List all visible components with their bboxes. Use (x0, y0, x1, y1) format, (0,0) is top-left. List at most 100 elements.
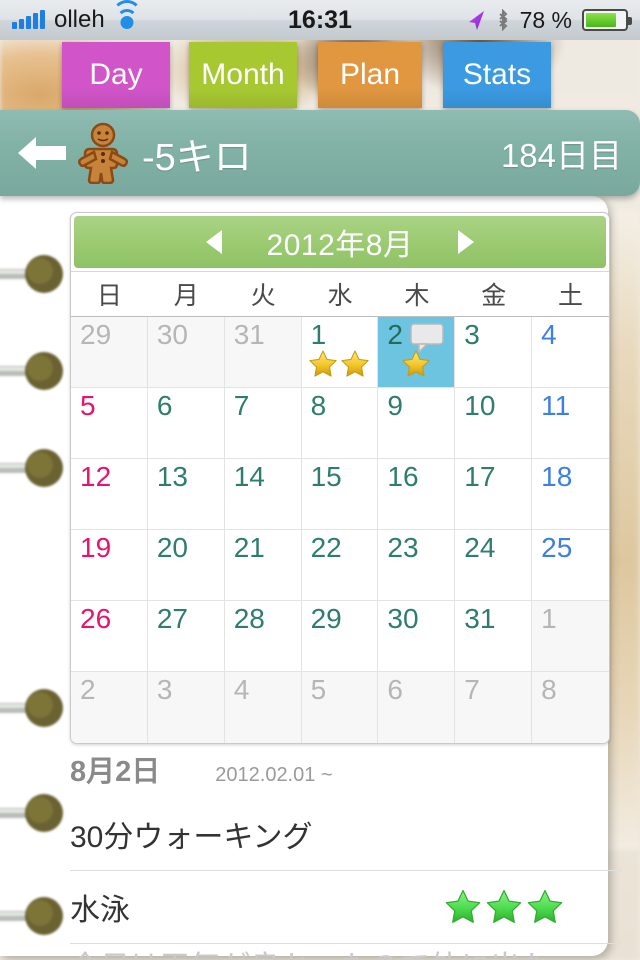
calendar-day-cell[interactable]: 27 (147, 601, 225, 672)
calendar-day-cell[interactable]: 30 (378, 601, 456, 672)
detail-row[interactable]: 今日は天気が良かったので外に出た (70, 943, 622, 960)
calendar-day-cell[interactable]: 20 (147, 530, 225, 601)
calendar-day-cell[interactable]: 30 (147, 317, 225, 388)
day-detail-header: 8月2日 2012.02.01 ~ (70, 748, 622, 798)
detail-row-label: 水泳 (70, 894, 130, 927)
calendar-day-cell[interactable]: 1 (532, 601, 609, 672)
calendar-day-number: 31 (233, 319, 265, 350)
tab-stats[interactable]: Stats (443, 42, 551, 108)
calendar-day-cell[interactable]: 7 (455, 672, 533, 743)
weekday-mon: 月 (173, 282, 199, 310)
weekday-wed: 水 (327, 282, 353, 310)
calendar-day-number: 3 (156, 674, 173, 705)
calendar-day-number: 11 (541, 390, 571, 421)
calendar-day-number: 18 (541, 461, 573, 492)
calendar-day-number: 19 (80, 532, 112, 563)
prev-month-button[interactable] (184, 216, 244, 268)
weekday-thu: 木 (404, 282, 430, 310)
star-icon (402, 350, 430, 377)
tab-day-label: Day (89, 58, 143, 91)
calendar-day-cell[interactable]: 5 (301, 672, 379, 743)
calendar-day-cell[interactable]: 19 (71, 530, 148, 601)
calendar-day-cell[interactable]: 23 (378, 530, 456, 601)
calendar-day-cell[interactable]: 31 (224, 317, 302, 388)
calendar-day-cell[interactable]: 8 (532, 672, 609, 743)
next-month-button[interactable] (436, 216, 496, 268)
calendar-day-number: 2 (80, 674, 96, 705)
calendar-day-number: 5 (80, 390, 96, 421)
calendar-day-cell[interactable]: 18 (532, 459, 609, 530)
calendar-day-number: 17 (464, 461, 496, 492)
calendar-day-number: 5 (310, 674, 327, 705)
calendar-day-cell[interactable]: 22 (301, 530, 379, 601)
calendar-day-number: 8 (541, 674, 557, 705)
calendar-day-cell[interactable]: 17 (455, 459, 533, 530)
calendar-day-cell[interactable]: 6 (147, 388, 225, 459)
calendar-day-cell[interactable]: 14 (224, 459, 302, 530)
calendar-day-number: 24 (464, 532, 496, 563)
calendar-day-cell[interactable]: 3 (147, 672, 225, 743)
calendar-day-number: 26 (80, 603, 112, 634)
calendar-day-cell[interactable]: 3 (455, 317, 533, 388)
tab-day[interactable]: Day (62, 42, 170, 108)
calendar-day-cell[interactable]: 9 (378, 388, 456, 459)
star-icon (527, 889, 563, 923)
calendar-day-cell[interactable]: 7 (224, 388, 302, 459)
calendar-day-cell[interactable]: 31 (455, 601, 533, 672)
page-header: -5キロ 184日目 (0, 110, 640, 196)
calendar-day-cell[interactable]: 13 (147, 459, 225, 530)
back-arrow-icon[interactable] (16, 133, 68, 173)
calendar-day-cell[interactable]: 21 (224, 530, 302, 601)
calendar-day-cell[interactable]: 24 (455, 530, 533, 601)
calendar-day-number: 7 (233, 390, 250, 421)
calendar-day-cell[interactable]: 29 (301, 601, 379, 672)
calendar-day-number: 6 (156, 390, 173, 421)
signal-bars-icon (12, 10, 45, 29)
calendar-day-number: 14 (233, 461, 265, 492)
calendar-day-cell[interactable]: 29 (71, 317, 148, 388)
detail-row[interactable]: 水泳 (70, 870, 622, 943)
calendar-day-cell[interactable]: 11 (532, 388, 609, 459)
calendar-day-number: 12 (80, 461, 112, 492)
calendar-day-cell[interactable]: 2 (378, 317, 456, 388)
calendar-day-cell[interactable]: 5 (71, 388, 148, 459)
calendar-day-number: 23 (387, 532, 419, 563)
tab-plan[interactable]: Plan (318, 42, 422, 108)
day-star-rating (302, 349, 378, 379)
calendar-day-cell[interactable]: 12 (71, 459, 148, 530)
calendar-day-number: 10 (464, 390, 496, 421)
calendar-day-cell[interactable]: 1 (301, 317, 379, 388)
day-star-rating (378, 349, 454, 379)
calendar-day-cell[interactable]: 26 (71, 601, 148, 672)
calendar-day-number: 7 (464, 674, 480, 705)
detail-row[interactable]: 30分ウォーキング (70, 798, 622, 870)
tab-plan-label: Plan (339, 58, 401, 91)
carrier-label: olleh (54, 6, 105, 33)
calendar-day-cell[interactable]: 15 (301, 459, 379, 530)
calendar-day-number: 6 (387, 674, 403, 705)
status-bar: olleh 16:31 78 % (0, 0, 640, 40)
calendar-day-number: 2 (387, 319, 403, 350)
calendar-day-cell[interactable]: 28 (224, 601, 302, 672)
calendar-day-cell[interactable]: 8 (301, 388, 379, 459)
calendar-grid: 29 30 31 1 2 3 4 5 6 7 8 9 10 11 12 13 14 15 16 17 18 19 20 21 2… (71, 316, 609, 743)
calendar-day-cell[interactable]: 25 (532, 530, 609, 601)
calendar-day-cell[interactable]: 2 (71, 672, 148, 743)
day-detail-section: 8月2日 2012.02.01 ~ 30分ウォーキング水泳今日は天気が良かったの… (70, 748, 622, 960)
calendar-day-number: 30 (387, 603, 419, 634)
calendar-day-cell[interactable]: 4 (224, 672, 302, 743)
detail-range-label: 2012.02.01 ~ (215, 764, 333, 786)
tab-month[interactable]: Month (189, 42, 297, 108)
calendar-day-cell[interactable]: 10 (455, 388, 533, 459)
calendar-day-number: 22 (310, 532, 342, 563)
calendar-day-number: 29 (310, 603, 342, 634)
calendar-day-number: 21 (233, 532, 265, 563)
calendar-day-cell[interactable]: 4 (532, 317, 609, 388)
star-icon (341, 350, 370, 377)
calendar-day-cell[interactable]: 6 (378, 672, 456, 743)
detail-row-label: 30分ウォーキング (70, 821, 313, 854)
calendar-day-number: 29 (80, 319, 112, 350)
day-count-label: 184日目 (500, 137, 622, 174)
status-bar-left: olleh (12, 0, 142, 34)
calendar-day-cell[interactable]: 16 (378, 459, 456, 530)
